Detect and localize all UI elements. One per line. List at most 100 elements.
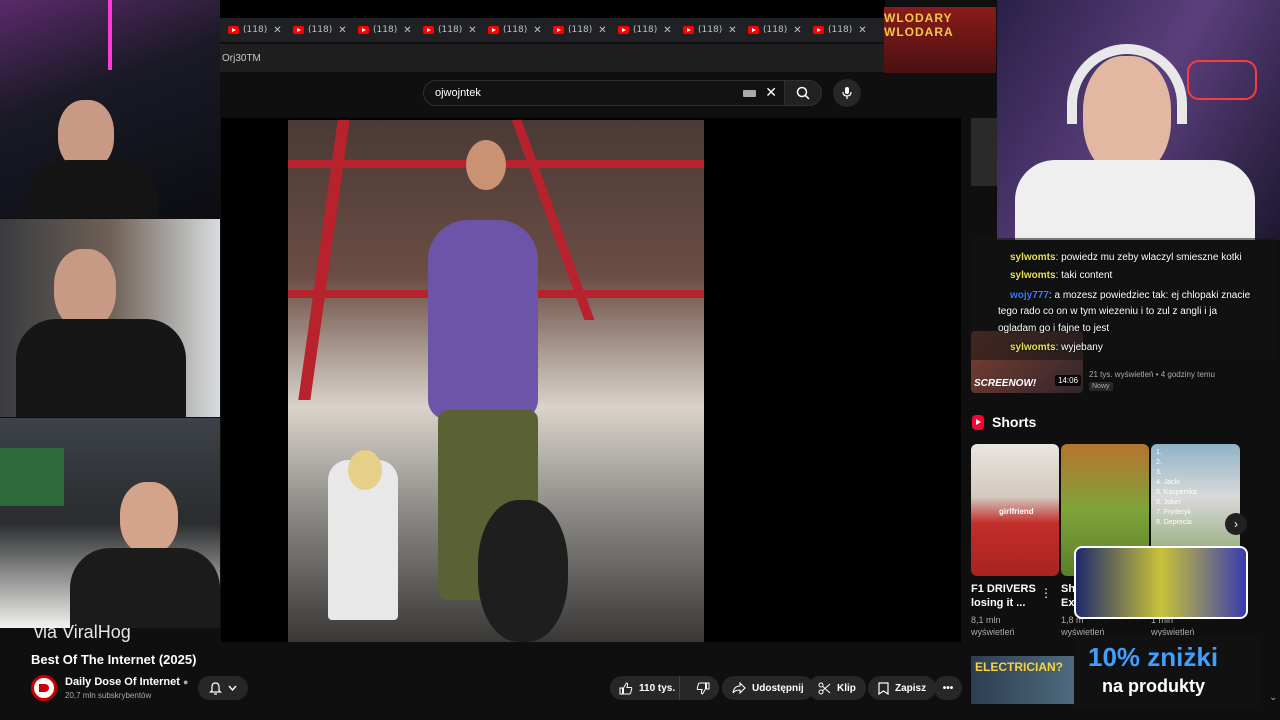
webcam-top-left [0,0,220,218]
channel-avatar[interactable] [31,675,57,701]
chat-text: : taki content [1055,270,1113,281]
browser-tab[interactable]: (118) ✕ [610,19,675,41]
browser-tab[interactable]: (118) ✕ [220,19,285,41]
chat-username: wojy777 [1010,290,1049,301]
close-tab-icon[interactable]: ✕ [598,25,606,36]
channel-name[interactable]: Daily Dose Of Internet ● [65,676,188,688]
dislike-button[interactable] [686,676,719,700]
close-tab-icon[interactable]: ✕ [858,25,866,36]
search-button[interactable] [784,80,822,106]
tab-label: (118) [373,25,398,35]
chat-message: tego rado co on w tym wiezeniu i to zul … [998,304,1217,320]
browser-tab[interactable]: (118) ✕ [415,19,480,41]
close-tab-icon[interactable]: ✕ [663,25,671,36]
new-badge: Nowy [1089,382,1113,391]
close-tab-icon[interactable]: ✕ [338,25,346,36]
short-thumbnail[interactable]: girlfriend [971,444,1059,576]
share-label: Udostępnij [752,682,804,694]
short-list-line: 1. [1156,449,1162,456]
streamer-face [120,482,178,554]
browser-tab[interactable]: (118) ✕ [675,19,740,41]
browser-tab[interactable]: (118) ✕ [480,19,545,41]
background-person-head [348,450,382,490]
like-dislike-group: 110 tys. [610,676,719,700]
bell-icon [209,681,222,695]
close-tab-icon[interactable]: ✕ [403,25,411,36]
athlete-head [466,140,506,190]
streamer-face [54,249,116,329]
short-list-line: 2. [1156,459,1162,466]
address-bar[interactable]: Orj30TM [220,44,885,72]
shorts-next-button[interactable]: › [1225,513,1247,535]
chat-message: sylwomts: powiedz mu zeby wlaczyl smiesz… [1010,250,1242,266]
recommended-duration: 14:06 [1055,375,1082,386]
search-query: ojwojntek [435,87,481,99]
browser-tab[interactable]: (118) ✕ [740,19,805,41]
save-button[interactable]: Zapisz [868,676,937,700]
youtube-favicon-icon [228,26,239,34]
clear-search-icon[interactable]: ✕ [765,84,777,101]
shorts-icon [972,414,984,430]
chat-text: tego rado co on w tym wiezeniu i to zul … [998,306,1217,317]
neon-sign [1187,60,1257,100]
short-menu-icon[interactable]: ⋮ [1040,586,1052,600]
short-title[interactable]: F1 DRIVERS losing it ... [971,582,1036,610]
notifications-button[interactable] [198,676,248,700]
tab-label: (118) [503,25,528,35]
weight-plate [478,500,568,642]
close-tab-icon[interactable]: ✕ [273,25,281,36]
youtube-favicon-icon [358,26,369,34]
short-title-line: Ex [1061,597,1075,609]
browser-tab[interactable]: (118) ✕ [285,19,350,41]
discount-percent: 10% zniżki [1088,642,1219,672]
youtube-favicon-icon [553,26,564,34]
short-views-count: 8,1 mln [971,615,1001,625]
channel-logo-overlay: WLODARY WLODARA [884,7,996,73]
browser-tab[interactable]: (118) ✕ [545,19,610,41]
discount-subtext: na produkty [1102,676,1206,696]
recommended-meta: 21 tys. wyświetleń • 4 godziny temu [1089,370,1215,379]
recommended-thumbnail-partial[interactable] [971,118,997,186]
close-tab-icon[interactable]: ✕ [728,25,736,36]
keyboard-icon[interactable] [743,90,756,97]
tab-label: (118) [698,25,723,35]
chevron-down-icon[interactable]: ⌄ [1269,692,1277,703]
tab-label: (118) [633,25,658,35]
clip-button[interactable]: Klip [808,676,866,700]
stream-chat-overlay: sylwomts : powiedz mu zeby wlaczyl smiesz… [970,238,1275,360]
close-tab-icon[interactable]: ✕ [468,25,476,36]
chat-username: sylwomts [1010,270,1056,281]
chevron-down-icon [228,685,237,691]
short-list-line: 4. Jacki [1156,479,1180,486]
voice-search-button[interactable] [833,79,861,107]
youtube-favicon-icon [618,26,629,34]
short-title-line: losing it ... [971,597,1026,609]
tab-label: (118) [828,25,853,35]
save-label: Zapisz [895,682,927,694]
short-title-line: F1 DRIVERS [971,583,1036,595]
close-tab-icon[interactable]: ✕ [793,25,801,36]
search-input[interactable]: ojwojntek ✕ [423,80,787,106]
thumbs-up-icon [619,681,633,694]
tab-label: (118) [243,25,268,35]
more-actions-button[interactable]: ••• [934,676,962,700]
short-title-line: Sh [1061,583,1076,595]
browser-tab[interactable]: (118) ✕ [350,19,415,41]
video-frame[interactable] [288,120,704,642]
browser-tab[interactable]: (118) ✕ [805,19,870,41]
screen: (118) ✕ (118) ✕ (118) ✕ (118) ✕ (118) ✕ (118) ✕ (118… [0,0,1280,720]
chat-message: sylwomts: wyjebany [1010,340,1103,356]
video-caption-overlay: via ViralHog [34,622,131,642]
youtube-favicon-icon [683,26,694,34]
discount-overlay: 10% zniżki na produkty [1074,636,1260,708]
url-text: Orj30TM [222,52,261,64]
recommended-thumbnail-electrician[interactable]: ELECTRICIAN? [971,656,1074,704]
chat-text: : wyjebany [1055,342,1103,353]
like-button[interactable]: 110 tys. [610,676,681,700]
promo-skins-overlay [1074,546,1248,619]
short-tag: girlfriend [999,507,1034,516]
share-button[interactable]: Udostępnij [722,676,814,700]
chat-text: : powiedz mu zeby wlaczyl smieszne kotki [1055,252,1242,263]
close-tab-icon[interactable]: ✕ [533,25,541,36]
short-title[interactable]: Sh Ex [1061,582,1075,610]
